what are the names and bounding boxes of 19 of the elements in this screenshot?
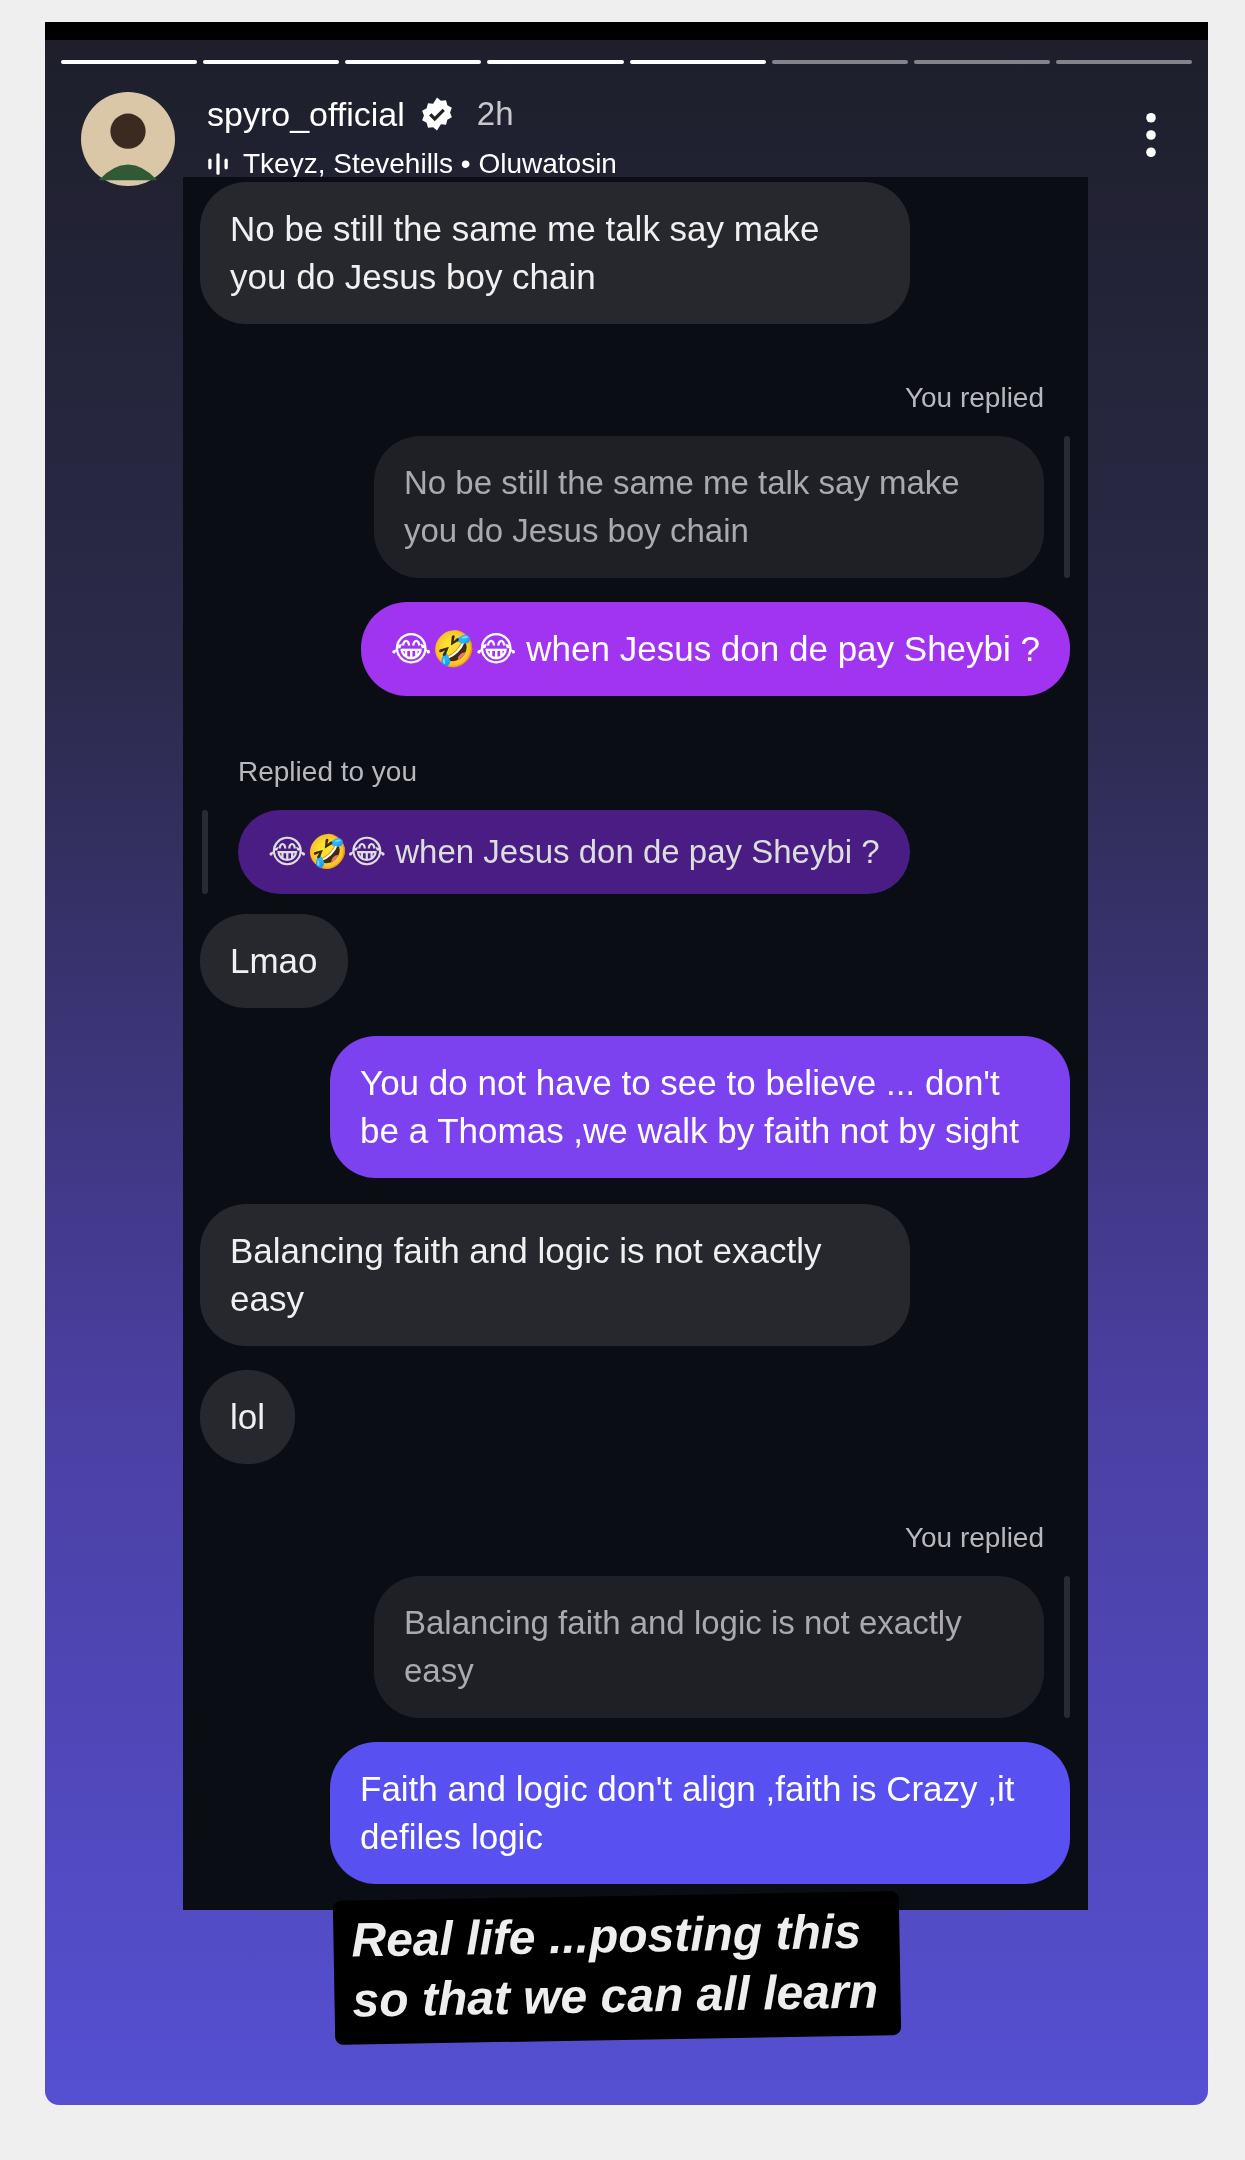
avatar[interactable] xyxy=(81,92,175,186)
username[interactable]: spyro_official xyxy=(207,94,405,134)
music-credit[interactable]: Tkeyz, Stevehills • Oluwatosin xyxy=(243,148,617,180)
reply-label: You replied xyxy=(904,1522,1044,1554)
quoted-message: No be still the same me talk say make you do Jesus boy chain xyxy=(374,436,1044,578)
sent-message: 😂🤣😂 when Jesus don de pay Sheybi ? xyxy=(360,602,1070,696)
sent-message: You do not have to see to believe ... don't be a Thomas ,we walk by faith not by sight xyxy=(330,1036,1070,1178)
received-message: No be still the same me talk say make you do Jesus boy chain xyxy=(200,182,910,324)
more-options-icon[interactable] xyxy=(1144,112,1158,158)
received-message: Balancing faith and logic is not exactly easy xyxy=(200,1204,910,1346)
reply-label: Replied to you xyxy=(238,756,417,788)
quoted-message: Balancing faith and logic is not exactly easy xyxy=(374,1576,1044,1718)
audio-bars-icon xyxy=(207,151,229,177)
quoted-message: 😂🤣😂 when Jesus don de pay Sheybi ? xyxy=(238,810,910,894)
sent-message: Faith and logic don't align ,faith is Crazy ,it defiles logic xyxy=(330,1742,1070,1884)
post-time: 2h xyxy=(476,95,514,133)
received-message: lol xyxy=(200,1370,296,1464)
reply-label: You replied xyxy=(904,382,1044,414)
received-message: Lmao xyxy=(200,914,348,1008)
